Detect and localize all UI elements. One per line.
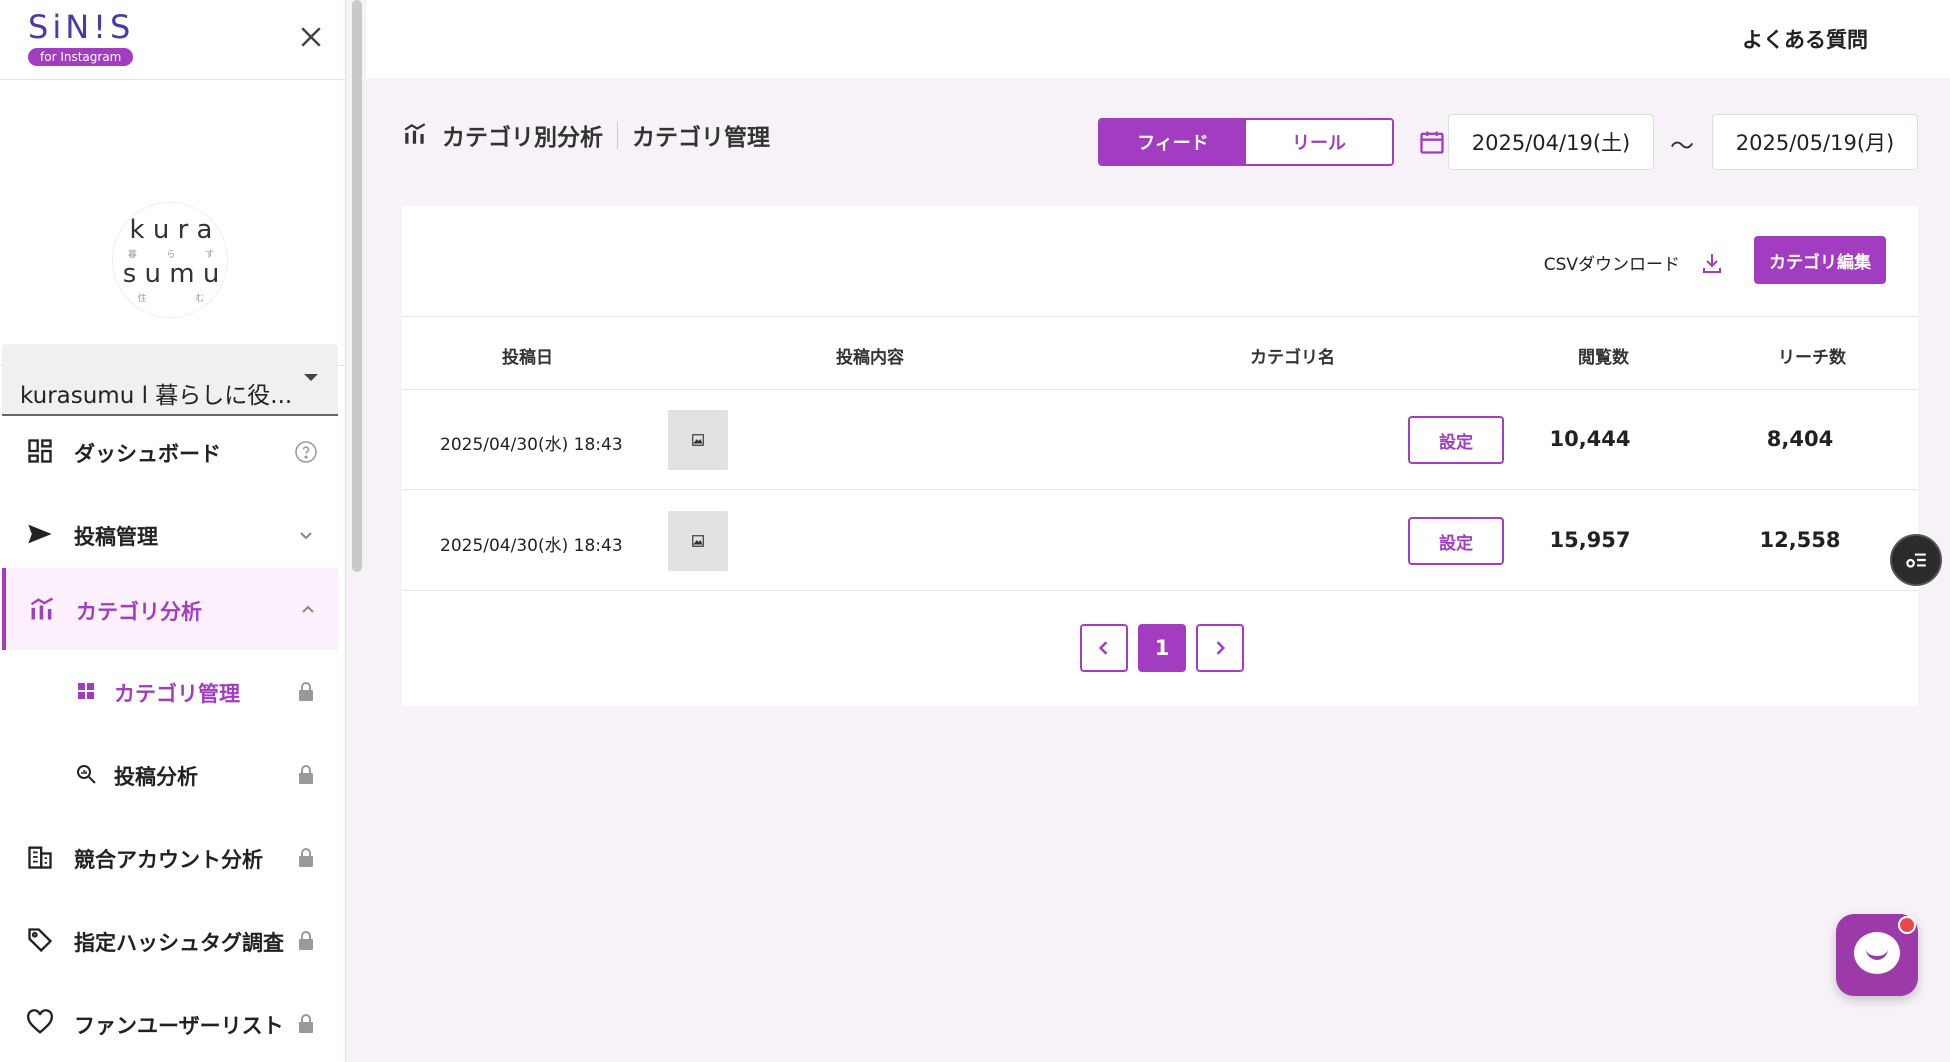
caret-down-icon	[304, 374, 318, 381]
account-area: k u r a 暮 ら す s u m u 住 む kurasumu l 暮らし…	[0, 80, 345, 416]
post-date: 2025/04/30(水) 18:43	[440, 536, 623, 556]
category-set-button[interactable]: 設定	[1408, 416, 1504, 464]
sidebar-item-label: カテゴリ分析	[76, 600, 202, 624]
column-header-views: 閲覧数	[1578, 348, 1629, 368]
csv-download-label: CSVダウンロード	[1543, 255, 1680, 275]
sidebar-item-category-manage[interactable]: カテゴリ管理	[2, 650, 338, 732]
logo[interactable]: SiN!S for Instagram	[28, 8, 134, 66]
lock-icon	[294, 680, 318, 704]
post-thumbnail[interactable]	[668, 511, 728, 571]
table-row: 2025/04/30(水) 18:43 設定 15,957 12,558	[402, 491, 1918, 591]
lock-icon	[294, 929, 318, 953]
chevron-right-icon	[1216, 641, 1226, 655]
category-edit-button[interactable]: カテゴリ編集	[1754, 236, 1886, 284]
avatar: k u r a 暮 ら す s u m u 住 む	[112, 202, 228, 318]
views-value: 15,957	[1549, 528, 1631, 552]
column-header-category: カテゴリ名	[1250, 348, 1335, 368]
lock-icon	[294, 846, 318, 870]
category-table-card: CSVダウンロード カテゴリ編集 投稿日 投稿内容 カテゴリ名 閲覧数 リーチ数…	[402, 206, 1918, 706]
floating-menu-button[interactable]	[1890, 534, 1942, 586]
building-icon	[26, 843, 54, 871]
post-date: 2025/04/30(水) 18:43	[440, 435, 623, 455]
breadcrumb-category-analysis[interactable]: カテゴリ別分析	[442, 118, 603, 152]
next-page-button[interactable]	[1196, 624, 1244, 672]
analytics-icon	[402, 121, 430, 149]
tag-icon	[26, 926, 54, 954]
logo-badge: for Instagram	[28, 48, 134, 66]
views-value: 10,444	[1549, 427, 1631, 451]
avatar-small-2: 住 む	[137, 294, 205, 304]
calendar-icon[interactable]	[1418, 128, 1446, 156]
dashboard-icon	[26, 437, 54, 465]
sidebar-item-fans[interactable]: ファンユーザーリスト	[2, 982, 338, 1062]
avatar-line-1: k u r a	[129, 215, 213, 245]
sidebar-header: SiN!S for Instagram	[0, 0, 345, 80]
column-header-date: 投稿日	[502, 348, 553, 368]
date-from-field[interactable]: 2025/04/19(土)	[1448, 114, 1654, 170]
heart-icon	[26, 1009, 54, 1037]
media-type-toggle: フィード リール	[1098, 118, 1394, 166]
sidebar-item-hashtag[interactable]: 指定ハッシュタグ調査	[2, 899, 338, 981]
topbar: よくある質問	[366, 0, 1950, 78]
toggle-reel[interactable]: リール	[1246, 120, 1392, 164]
sidebar: SiN!S for Instagram k u r a 暮 ら す s u m …	[0, 0, 346, 1062]
chevron-up-icon	[296, 598, 320, 622]
faq-link[interactable]: よくある質問	[1742, 24, 1868, 54]
lock-icon	[294, 1012, 318, 1036]
date-range-separator: 〜	[1670, 132, 1694, 160]
toggle-feed[interactable]: フィード	[1100, 120, 1246, 164]
lock-icon	[294, 763, 318, 787]
send-icon	[26, 520, 54, 548]
column-header-reach: リーチ数	[1778, 348, 1846, 368]
sidebar-item-label: 競合アカウント分析	[74, 848, 263, 872]
post-thumbnail[interactable]	[668, 410, 728, 470]
table-header: 投稿日 投稿内容 カテゴリ名 閲覧数 リーチ数	[402, 316, 1918, 390]
date-to-field[interactable]: 2025/05/19(月)	[1712, 114, 1918, 170]
close-icon[interactable]	[296, 22, 326, 52]
table-row: 2025/04/30(水) 18:43 設定 10,444 8,404	[402, 390, 1918, 490]
search-analytics-icon	[74, 762, 98, 786]
sidebar-item-label: ダッシュボード	[74, 442, 221, 466]
help-icon[interactable]	[294, 440, 318, 464]
chevron-down-icon	[294, 523, 318, 547]
sidebar-item-label: 指定ハッシュタグ調査	[74, 931, 284, 955]
sidebar-item-competitor[interactable]: 競合アカウント分析	[2, 816, 338, 898]
reach-value: 8,404	[1766, 427, 1834, 451]
image-icon	[692, 434, 704, 446]
grid-icon	[74, 679, 98, 703]
image-icon	[692, 535, 704, 547]
reach-value: 12,558	[1759, 528, 1841, 552]
sidebar-item-dashboard[interactable]: ダッシュボード	[2, 410, 338, 492]
account-select-value: kurasumu l 暮らしに役...	[20, 383, 293, 409]
sidebar-item-label: カテゴリ管理	[114, 682, 240, 706]
category-set-button[interactable]: 設定	[1408, 517, 1504, 565]
avatar-line-2: s u m u	[122, 259, 220, 289]
sidebar-item-label: 投稿分析	[114, 765, 198, 789]
csv-download-button[interactable]: CSVダウンロード	[1544, 250, 1724, 275]
download-icon	[1700, 251, 1724, 275]
sidebar-item-label: 投稿管理	[74, 525, 158, 549]
column-header-content: 投稿内容	[836, 348, 904, 368]
logo-text: SiN!S	[28, 8, 135, 46]
notification-dot	[1898, 916, 1916, 934]
page-number-button[interactable]: 1	[1138, 624, 1186, 672]
page-title: カテゴリ管理	[632, 125, 770, 151]
breadcrumb-divider	[617, 121, 618, 149]
sidebar-item-posts[interactable]: 投稿管理	[2, 493, 338, 575]
prev-page-button[interactable]	[1080, 624, 1128, 672]
chevron-left-icon	[1098, 641, 1108, 655]
list-settings-icon	[1906, 553, 1926, 568]
sidebar-item-category-analysis[interactable]: カテゴリ分析	[2, 568, 338, 650]
breadcrumb: カテゴリ別分析 カテゴリ管理	[402, 118, 770, 152]
sidebar-item-post-analysis[interactable]: 投稿分析	[2, 733, 338, 815]
analytics-icon	[28, 595, 56, 623]
sidebar-item-label: ファンユーザーリスト	[74, 1014, 284, 1038]
account-select[interactable]: kurasumu l 暮らしに役...	[2, 344, 338, 416]
sidebar-scrollbar[interactable]	[352, 0, 362, 572]
pagination: 1	[1080, 624, 1244, 672]
